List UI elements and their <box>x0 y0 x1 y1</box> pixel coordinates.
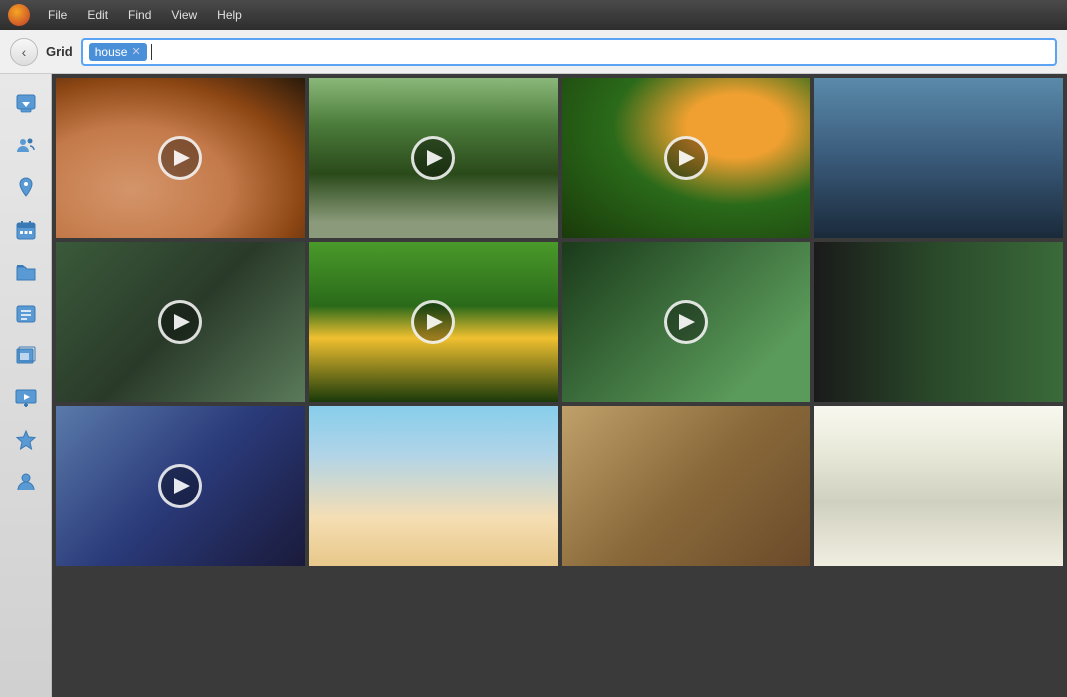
sidebar-icon-people[interactable] <box>8 128 44 164</box>
grid-item-8[interactable] <box>814 242 1063 402</box>
grid-item-2[interactable] <box>309 78 558 238</box>
sidebar-icon-calendar[interactable] <box>8 212 44 248</box>
menu-file[interactable]: File <box>40 6 75 24</box>
play-button-9[interactable] <box>158 464 202 508</box>
sidebar-icon-person[interactable] <box>8 464 44 500</box>
search-tag-text: house <box>95 45 128 59</box>
main-layout <box>0 74 1067 697</box>
sidebar-icon-folder[interactable] <box>8 254 44 290</box>
sidebar <box>0 74 52 697</box>
play-button-3[interactable] <box>664 136 708 180</box>
sidebar-icon-album[interactable] <box>8 338 44 374</box>
grid-item-3[interactable] <box>562 78 811 238</box>
search-cursor <box>151 44 152 60</box>
menu-edit[interactable]: Edit <box>79 6 116 24</box>
play-button-2[interactable] <box>411 136 455 180</box>
image-grid <box>52 74 1067 697</box>
play-button-7[interactable] <box>664 300 708 344</box>
grid-item-10[interactable] <box>309 406 558 566</box>
search-tag-close-button[interactable]: ✕ <box>131 45 140 58</box>
menu-find[interactable]: Find <box>120 6 159 24</box>
sidebar-icon-slideshow[interactable] <box>8 380 44 416</box>
app-logo <box>8 4 30 26</box>
grid-item-4[interactable] <box>814 78 1063 238</box>
back-button[interactable]: ‹ <box>10 38 38 66</box>
view-label: Grid <box>46 44 73 59</box>
grid-item-9[interactable] <box>56 406 305 566</box>
menubar: File Edit Find View Help <box>0 0 1067 30</box>
menu-help[interactable]: Help <box>209 6 250 24</box>
grid-item-11[interactable] <box>562 406 811 566</box>
grid-item-1[interactable] <box>56 78 305 238</box>
grid-item-7[interactable] <box>562 242 811 402</box>
grid-item-12[interactable] <box>814 406 1063 566</box>
sidebar-icon-location[interactable] <box>8 170 44 206</box>
toolbar: ‹ Grid house ✕ <box>0 30 1067 74</box>
sidebar-icon-import[interactable] <box>8 86 44 122</box>
grid-item-5[interactable] <box>56 242 305 402</box>
search-tag[interactable]: house ✕ <box>89 43 147 61</box>
grid-item-6[interactable] <box>309 242 558 402</box>
menu-view[interactable]: View <box>163 6 205 24</box>
play-button-6[interactable] <box>411 300 455 344</box>
sidebar-icon-list[interactable] <box>8 296 44 332</box>
search-bar[interactable]: house ✕ <box>81 38 1057 66</box>
sidebar-icon-favorites[interactable] <box>8 422 44 458</box>
play-button-5[interactable] <box>158 300 202 344</box>
play-button-1[interactable] <box>158 136 202 180</box>
